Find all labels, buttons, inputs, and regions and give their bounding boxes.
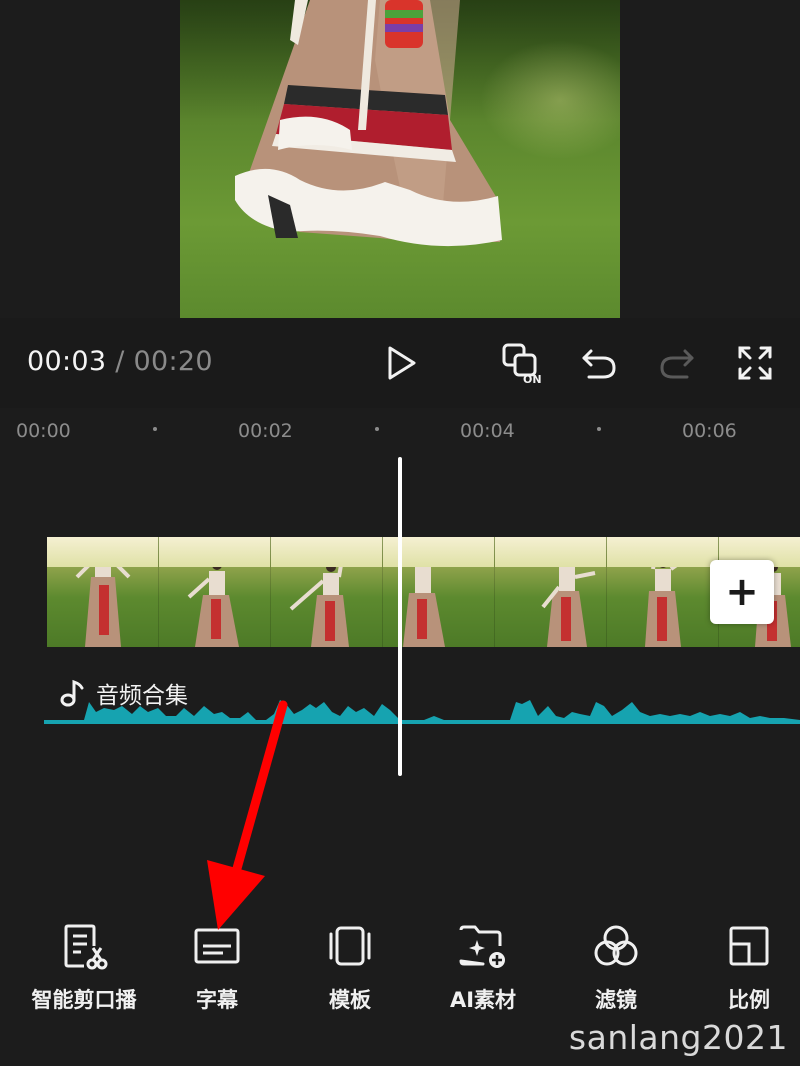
clip-thumbnail: [159, 537, 271, 647]
audio-track-title: 音频合集: [96, 683, 188, 709]
ruler-tick: 00:04: [460, 420, 515, 442]
ratio-icon: [729, 926, 769, 966]
ruler-tick: 00:06: [682, 420, 737, 442]
clip-thumbnail: [47, 537, 159, 647]
playback-controls-bar: 00:03 / 00:20 ON: [0, 318, 800, 408]
ruler-dot: [153, 427, 157, 431]
time-display: 00:03 / 00:20: [27, 346, 213, 377]
time-separator: /: [115, 346, 125, 377]
tool-label: AI素材: [449, 988, 517, 1012]
tool-label: 比例: [728, 988, 770, 1012]
link-on-icon: ON: [502, 343, 542, 384]
add-clip-button[interactable]: +: [710, 560, 774, 624]
ai-material-icon: [459, 925, 505, 968]
video-preview-area: [0, 0, 800, 318]
tool-template[interactable]: 模板: [285, 920, 415, 1014]
subtitle-icon: [194, 928, 240, 964]
clip-thumbnail: [607, 537, 719, 647]
plus-icon: +: [725, 569, 759, 615]
video-preview-frame[interactable]: [180, 0, 620, 318]
dancer-skirt-image: [235, 0, 502, 247]
ruler-dot: [375, 427, 379, 431]
tool-label: 智能剪口播: [31, 988, 137, 1012]
video-clip-track[interactable]: [47, 537, 800, 647]
tool-ai-material[interactable]: AI素材: [418, 920, 548, 1014]
music-note-icon: [60, 679, 84, 707]
clip-thumbnail: [495, 537, 607, 647]
fullscreen-button[interactable]: [732, 340, 778, 386]
tool-label: 模板: [329, 988, 371, 1012]
ruler-tick: 00:00: [16, 420, 71, 442]
playhead[interactable]: [398, 457, 402, 776]
filter-icon: [594, 925, 638, 966]
timeline-ruler[interactable]: 00:00 00:02 00:04 00:06: [0, 408, 800, 454]
play-button[interactable]: [378, 340, 424, 386]
tool-label: 字幕: [196, 988, 238, 1012]
link-toggle-button[interactable]: ON: [500, 340, 546, 386]
redo-button[interactable]: [654, 340, 700, 386]
tool-filter[interactable]: 滤镜: [551, 920, 681, 1014]
play-icon: [388, 346, 416, 380]
current-time: 00:03: [27, 346, 107, 377]
tool-subtitle[interactable]: 字幕: [152, 920, 282, 1014]
redo-icon: [660, 349, 694, 379]
ruler-tick: 00:02: [238, 420, 293, 442]
audio-track-label[interactable]: 音频合集: [60, 676, 188, 710]
undo-button[interactable]: [576, 340, 622, 386]
clip-thumbnail: [271, 537, 383, 647]
smart-cut-icon: [64, 924, 108, 970]
watermark-text: sanlang2021: [568, 1018, 788, 1057]
ruler-dot: [597, 427, 601, 431]
template-icon: [329, 926, 371, 966]
tool-ratio[interactable]: 比例: [684, 920, 800, 1014]
tool-smart-cut[interactable]: 智能剪口播: [19, 920, 149, 1014]
fullscreen-icon: [738, 346, 772, 380]
undo-icon: [582, 349, 616, 379]
tool-label: 滤镜: [595, 988, 637, 1012]
total-time: 00:20: [133, 346, 213, 377]
link-on-badge: ON: [523, 373, 542, 384]
